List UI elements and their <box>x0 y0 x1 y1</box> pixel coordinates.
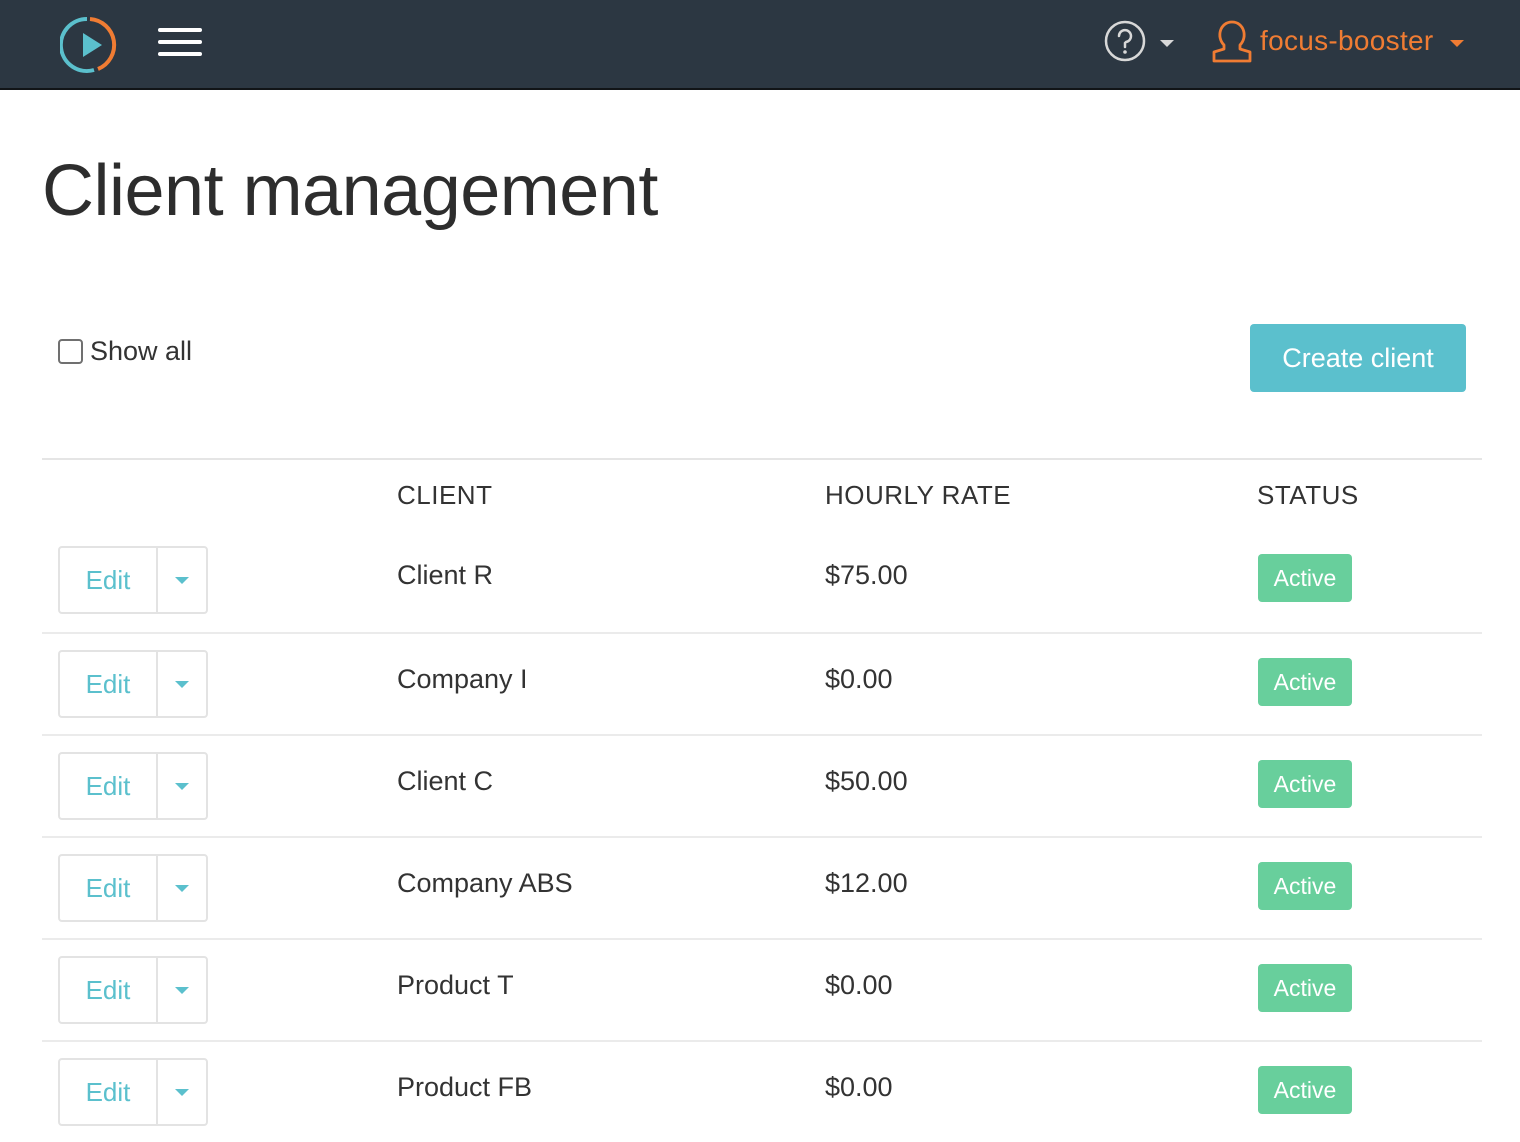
play-circle-logo-icon[interactable] <box>60 15 120 75</box>
show-all-label: Show all <box>90 336 193 366</box>
row-actions-button-group: Edit <box>58 854 208 922</box>
column-header-hourly-rate: HOURLY RATE <box>825 480 1012 510</box>
hourly-rate: $75.00 <box>825 560 908 590</box>
status-badge: Active <box>1258 554 1352 602</box>
edit-button[interactable]: Edit <box>60 754 158 818</box>
row-actions-dropdown-button[interactable] <box>158 1060 206 1124</box>
chevron-down-icon <box>175 1088 189 1096</box>
column-header-client: CLIENT <box>397 480 493 510</box>
chevron-down-icon <box>1160 39 1174 47</box>
show-all-checkbox[interactable] <box>58 339 83 364</box>
hourly-rate: $0.00 <box>825 1072 893 1102</box>
row-actions-dropdown-button[interactable] <box>158 652 206 716</box>
column-header-status: STATUS <box>1257 480 1359 510</box>
create-client-button[interactable]: Create client <box>1250 324 1466 392</box>
status-badge: Active <box>1258 862 1352 910</box>
hourly-rate: $0.00 <box>825 664 893 694</box>
client-name: Client C <box>397 766 494 796</box>
table-row: Edit Company ABS $12.00 Active <box>42 836 1482 938</box>
edit-button[interactable]: Edit <box>60 1060 158 1124</box>
chevron-down-icon <box>175 680 189 688</box>
edit-button[interactable]: Edit <box>60 548 158 612</box>
chevron-down-icon <box>175 576 189 584</box>
question-circle-icon <box>1104 20 1146 62</box>
table-row: Edit Company I $0.00 Active <box>42 632 1482 734</box>
row-actions-button-group: Edit <box>58 956 208 1024</box>
row-actions-dropdown-button[interactable] <box>158 754 206 818</box>
username-label: focus-booster <box>1260 25 1434 56</box>
edit-button[interactable]: Edit <box>60 652 158 716</box>
show-all-toggle[interactable]: Show all <box>58 336 192 367</box>
hamburger-menu-icon[interactable] <box>158 27 202 57</box>
client-name: Product FB <box>397 1072 533 1102</box>
status-badge: Active <box>1258 1066 1352 1114</box>
user-outline-icon <box>1212 20 1252 63</box>
client-name: Client R <box>397 560 494 590</box>
client-name: Product T <box>397 970 514 1000</box>
client-name: Company I <box>397 664 528 694</box>
table-row: Edit Client C $50.00 Active <box>42 734 1482 836</box>
row-actions-button-group: Edit <box>58 1058 208 1126</box>
status-badge: Active <box>1258 760 1352 808</box>
chevron-down-icon <box>175 986 189 994</box>
table-body: Edit Client R $75.00 Active Edit Company… <box>42 530 1482 1142</box>
table-header: CLIENT HOURLY RATE STATUS <box>42 458 1482 530</box>
page-title: Client management <box>42 151 658 231</box>
top-navbar: focus-booster <box>0 0 1520 90</box>
hourly-rate: $50.00 <box>825 766 908 796</box>
status-badge: Active <box>1258 964 1352 1012</box>
chevron-down-icon <box>175 884 189 892</box>
table-row: Edit Client R $75.00 Active <box>42 530 1482 632</box>
chevron-down-icon <box>1449 39 1464 47</box>
table-row: Edit Product T $0.00 Active <box>42 938 1482 1040</box>
row-actions-button-group: Edit <box>58 650 208 718</box>
row-actions-button-group: Edit <box>58 546 208 614</box>
user-dropdown[interactable]: focus-booster <box>1210 18 1464 64</box>
row-actions-dropdown-button[interactable] <box>158 548 206 612</box>
hourly-rate: $0.00 <box>825 970 893 1000</box>
client-name: Company ABS <box>397 868 573 898</box>
row-actions-dropdown-button[interactable] <box>158 958 206 1022</box>
row-actions-button-group: Edit <box>58 752 208 820</box>
row-actions-dropdown-button[interactable] <box>158 856 206 920</box>
chevron-down-icon <box>175 782 189 790</box>
edit-button[interactable]: Edit <box>60 958 158 1022</box>
hourly-rate: $12.00 <box>825 868 908 898</box>
status-badge: Active <box>1258 658 1352 706</box>
clients-table: CLIENT HOURLY RATE STATUS Edit Client R … <box>42 458 1482 1142</box>
help-dropdown[interactable] <box>1104 19 1174 63</box>
edit-button[interactable]: Edit <box>60 856 158 920</box>
table-row: Edit Product FB $0.00 Active <box>42 1040 1482 1142</box>
